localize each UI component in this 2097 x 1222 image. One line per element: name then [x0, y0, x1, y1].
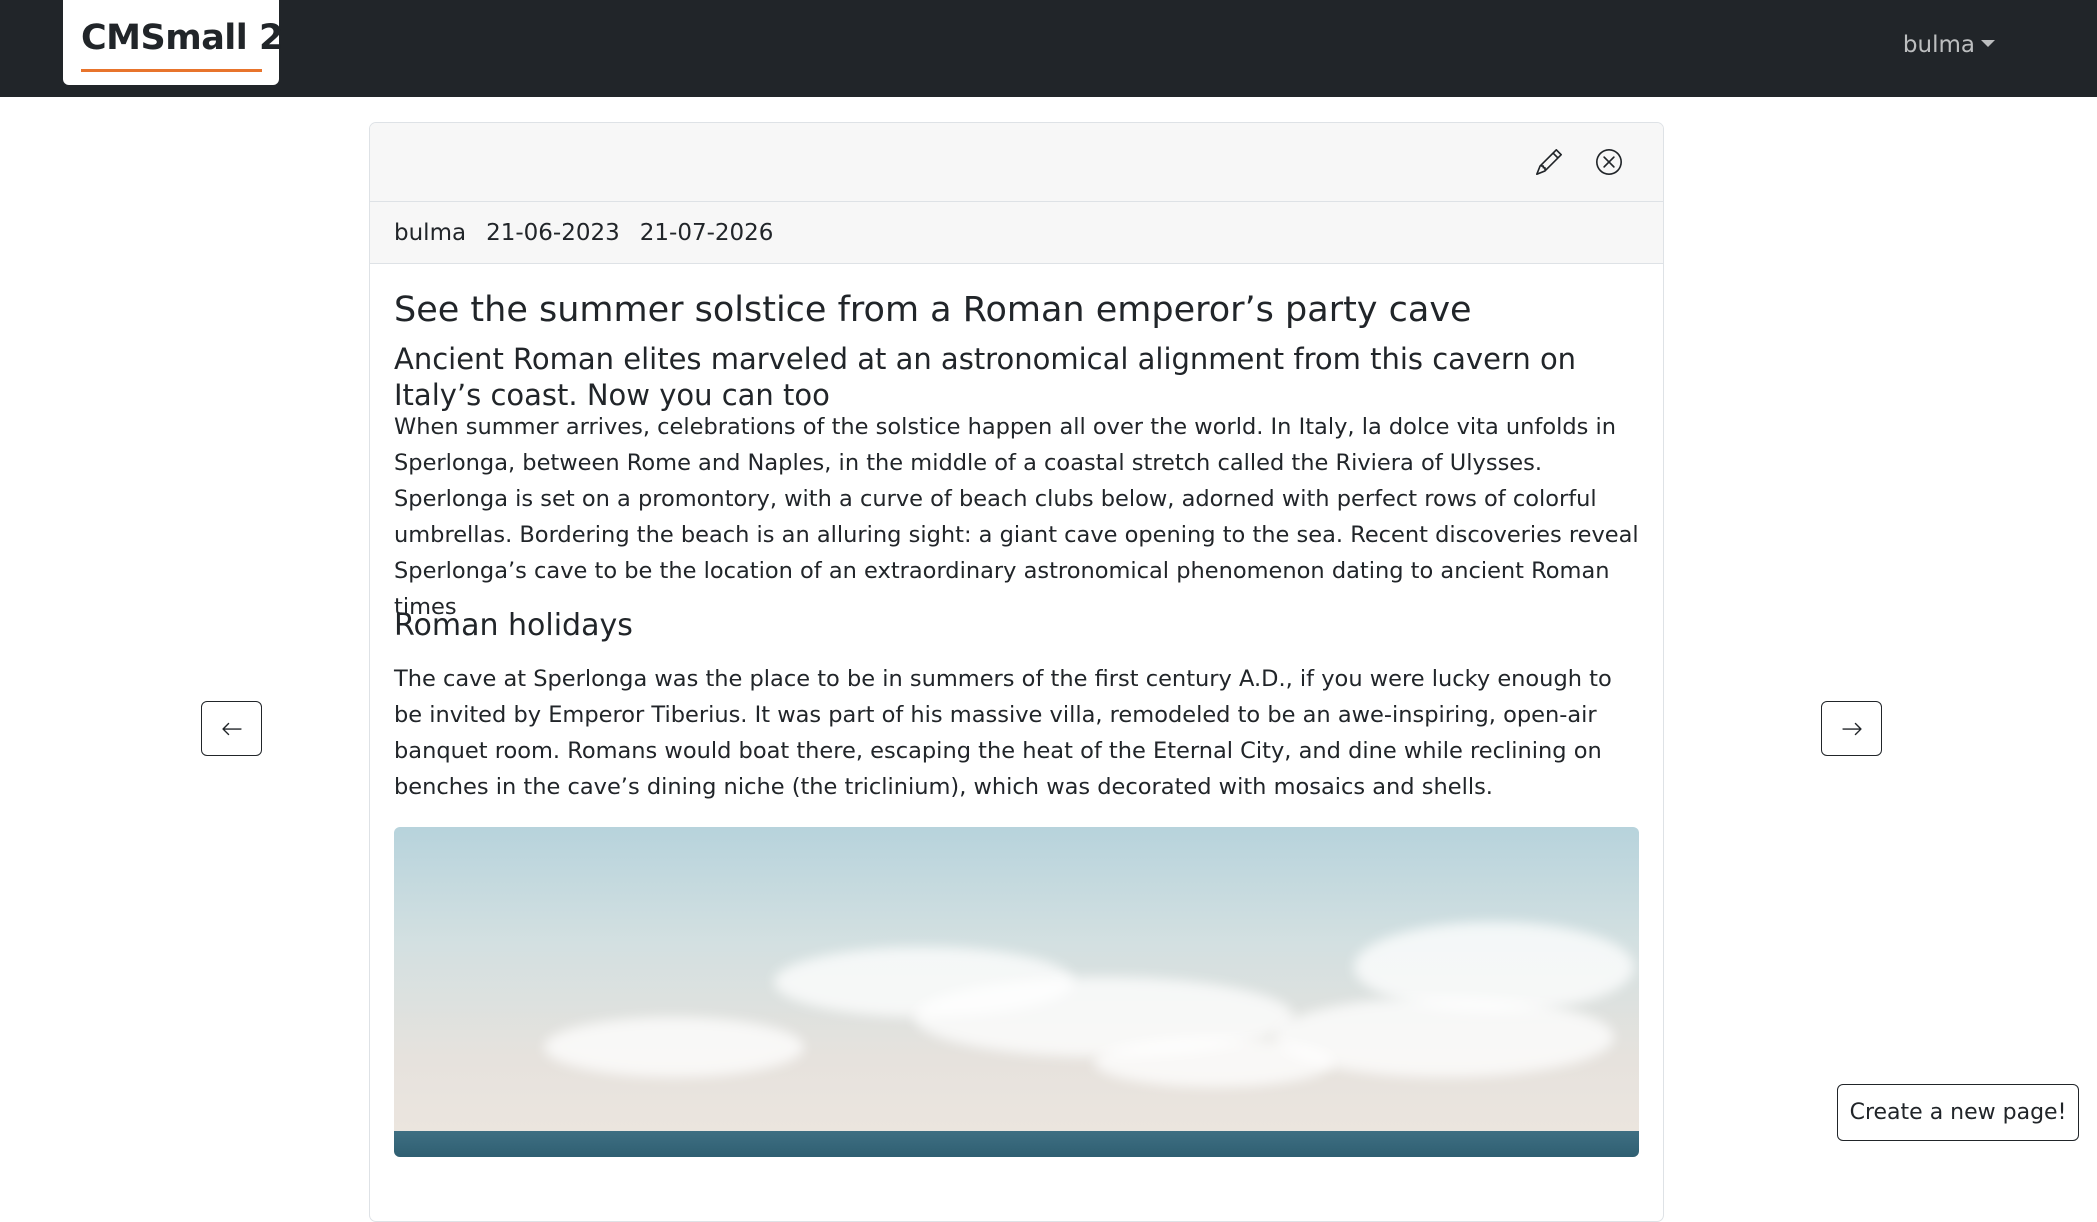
- page-meta-bar: bulma 21-06-2023 21-07-2026: [370, 202, 1663, 264]
- section-heading: Roman holidays: [394, 608, 633, 643]
- page-author: bulma: [394, 219, 467, 246]
- arrow-left-icon: [221, 722, 242, 735]
- edit-button[interactable]: [1530, 143, 1568, 181]
- brand-logo[interactable]: CMSmall 2: [63, 0, 283, 85]
- card-header: [370, 123, 1663, 202]
- page-creation-date: 21-06-2023: [486, 219, 620, 246]
- user-menu-label[interactable]: bulma: [1903, 32, 1975, 58]
- brand-title[interactable]: CMSmall 2: [81, 18, 283, 58]
- page-card: bulma 21-06-2023 21-07-2026 See the summ…: [369, 122, 1664, 1222]
- caret-down-icon: [1981, 39, 1995, 47]
- previous-page-button[interactable]: [201, 701, 262, 756]
- top-navbar: CMSmall 2 bulma: [0, 0, 2097, 97]
- paragraph-block: The cave at Sperlonga was the place to b…: [394, 666, 1612, 800]
- arrow-right-icon: [1841, 722, 1862, 735]
- page-publication-date: 21-07-2026: [639, 219, 774, 246]
- delete-button[interactable]: [1590, 143, 1628, 181]
- next-page-button[interactable]: [1821, 701, 1882, 756]
- page-subtitle: Ancient Roman elites marveled at an astr…: [394, 342, 1577, 412]
- x-circle-icon: [1596, 149, 1622, 175]
- paragraph-block: When summer arrives, celebrations of the…: [394, 414, 1639, 620]
- content-image: [394, 827, 1639, 1157]
- create-page-button[interactable]: Create a new page!: [1837, 1084, 2079, 1141]
- user-menu-dropdown[interactable]: bulma: [1903, 27, 1995, 63]
- page-title: See the summer solstice from a Roman emp…: [394, 290, 1472, 330]
- brand-underline: [81, 69, 262, 72]
- pencil-icon: [1536, 149, 1562, 175]
